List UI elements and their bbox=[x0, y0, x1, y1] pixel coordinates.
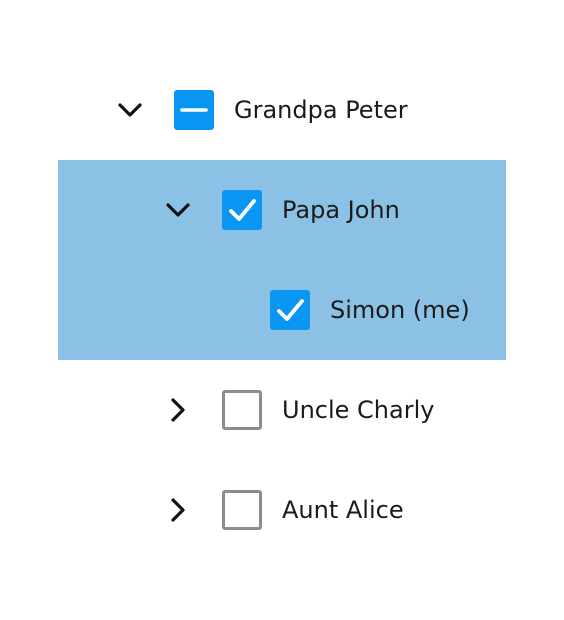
tree-node-label: Simon (me) bbox=[330, 296, 470, 324]
family-tree-view: Grandpa Peter Papa John Simon (me) Uncle… bbox=[0, 0, 564, 620]
chevron-right-icon[interactable] bbox=[164, 496, 192, 524]
checkmark-icon bbox=[229, 199, 256, 221]
checkbox-simon[interactable] bbox=[270, 290, 310, 330]
tree-node-simon[interactable]: Simon (me) bbox=[0, 260, 564, 360]
checkbox-papa-john[interactable] bbox=[222, 190, 262, 230]
tree-node-label: Aunt Alice bbox=[282, 496, 404, 524]
checkbox-aunt-alice[interactable] bbox=[222, 490, 262, 530]
checkbox-uncle-charly[interactable] bbox=[222, 390, 262, 430]
tree-node-grandpa-peter[interactable]: Grandpa Peter bbox=[0, 60, 564, 160]
tree-node-aunt-alice[interactable]: Aunt Alice bbox=[0, 460, 564, 560]
tree-node-papa-john[interactable]: Papa John bbox=[0, 160, 564, 260]
chevron-down-icon[interactable] bbox=[116, 96, 144, 124]
chevron-right-icon[interactable] bbox=[164, 396, 192, 424]
tree-node-label: Uncle Charly bbox=[282, 396, 435, 424]
chevron-down-icon[interactable] bbox=[164, 196, 192, 224]
minus-icon bbox=[180, 108, 208, 112]
checkmark-icon bbox=[277, 299, 304, 321]
tree-node-label: Papa John bbox=[282, 196, 400, 224]
tree-node-label: Grandpa Peter bbox=[234, 96, 408, 124]
checkbox-grandpa-peter[interactable] bbox=[174, 90, 214, 130]
tree-node-uncle-charly[interactable]: Uncle Charly bbox=[0, 360, 564, 460]
